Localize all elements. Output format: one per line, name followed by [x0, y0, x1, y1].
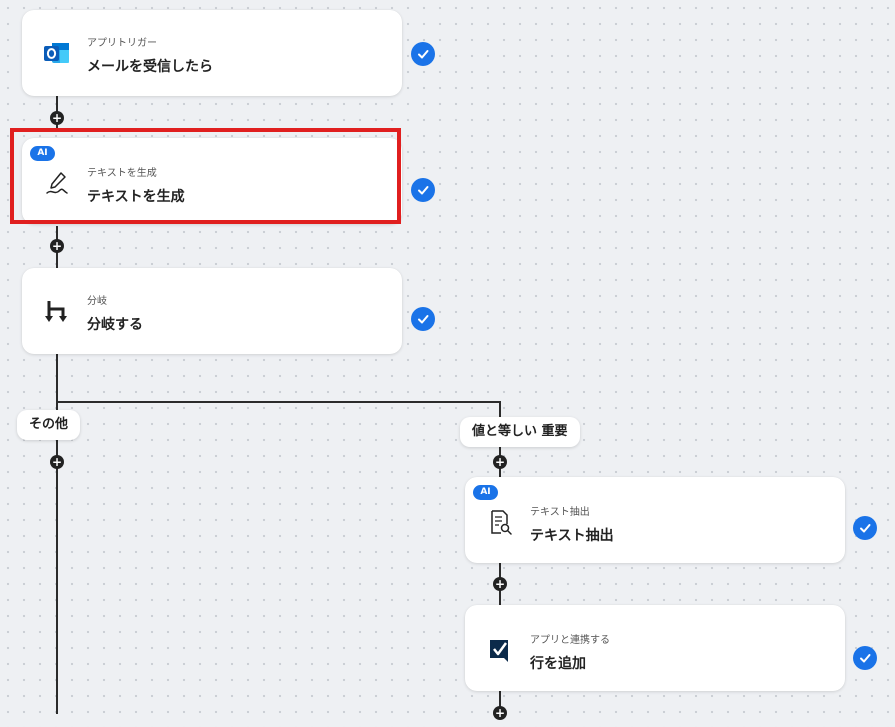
- add-step-button[interactable]: +: [50, 111, 64, 125]
- step-subtitle: テキスト抽出: [530, 507, 590, 518]
- step-card-branch[interactable]: 分岐 分岐する: [22, 268, 402, 354]
- add-step-button[interactable]: +: [493, 706, 507, 720]
- branch-connector-horizontal: [56, 401, 500, 403]
- step-title: 分岐する: [87, 317, 143, 333]
- step-card-text-extract[interactable]: AI テキスト抽出 テキスト抽出: [465, 477, 845, 563]
- add-step-button[interactable]: +: [50, 455, 64, 469]
- document-search-icon: [485, 507, 515, 537]
- check-icon: [411, 42, 435, 66]
- add-step-button[interactable]: +: [493, 455, 507, 469]
- step-card-add-row[interactable]: アプリと連携する 行を追加: [465, 605, 845, 691]
- add-step-button[interactable]: +: [50, 239, 64, 253]
- step-subtitle: 分岐: [87, 296, 107, 307]
- step-title: メールを受信したら: [87, 59, 213, 75]
- branch-label-match[interactable]: 値と等しい 重要: [460, 417, 580, 447]
- branch-label-other[interactable]: その他: [17, 410, 81, 440]
- step-subtitle: アプリと連携する: [530, 635, 610, 646]
- add-step-button[interactable]: +: [493, 577, 507, 591]
- branch-icon: [42, 296, 72, 326]
- step-title: テキスト抽出: [530, 528, 614, 544]
- check-icon: [411, 307, 435, 331]
- connector-line: [56, 354, 58, 714]
- smartsheet-icon: [485, 635, 515, 665]
- outlook-icon: [42, 38, 72, 68]
- check-icon: [411, 178, 435, 202]
- step-card-trigger[interactable]: アプリトリガー メールを受信したら: [22, 10, 402, 96]
- step-subtitle: アプリトリガー: [87, 38, 157, 49]
- ai-badge: AI: [473, 485, 498, 500]
- step-title: 行を追加: [530, 656, 586, 672]
- selection-highlight: [10, 128, 401, 224]
- check-icon: [853, 516, 877, 540]
- check-icon: [853, 646, 877, 670]
